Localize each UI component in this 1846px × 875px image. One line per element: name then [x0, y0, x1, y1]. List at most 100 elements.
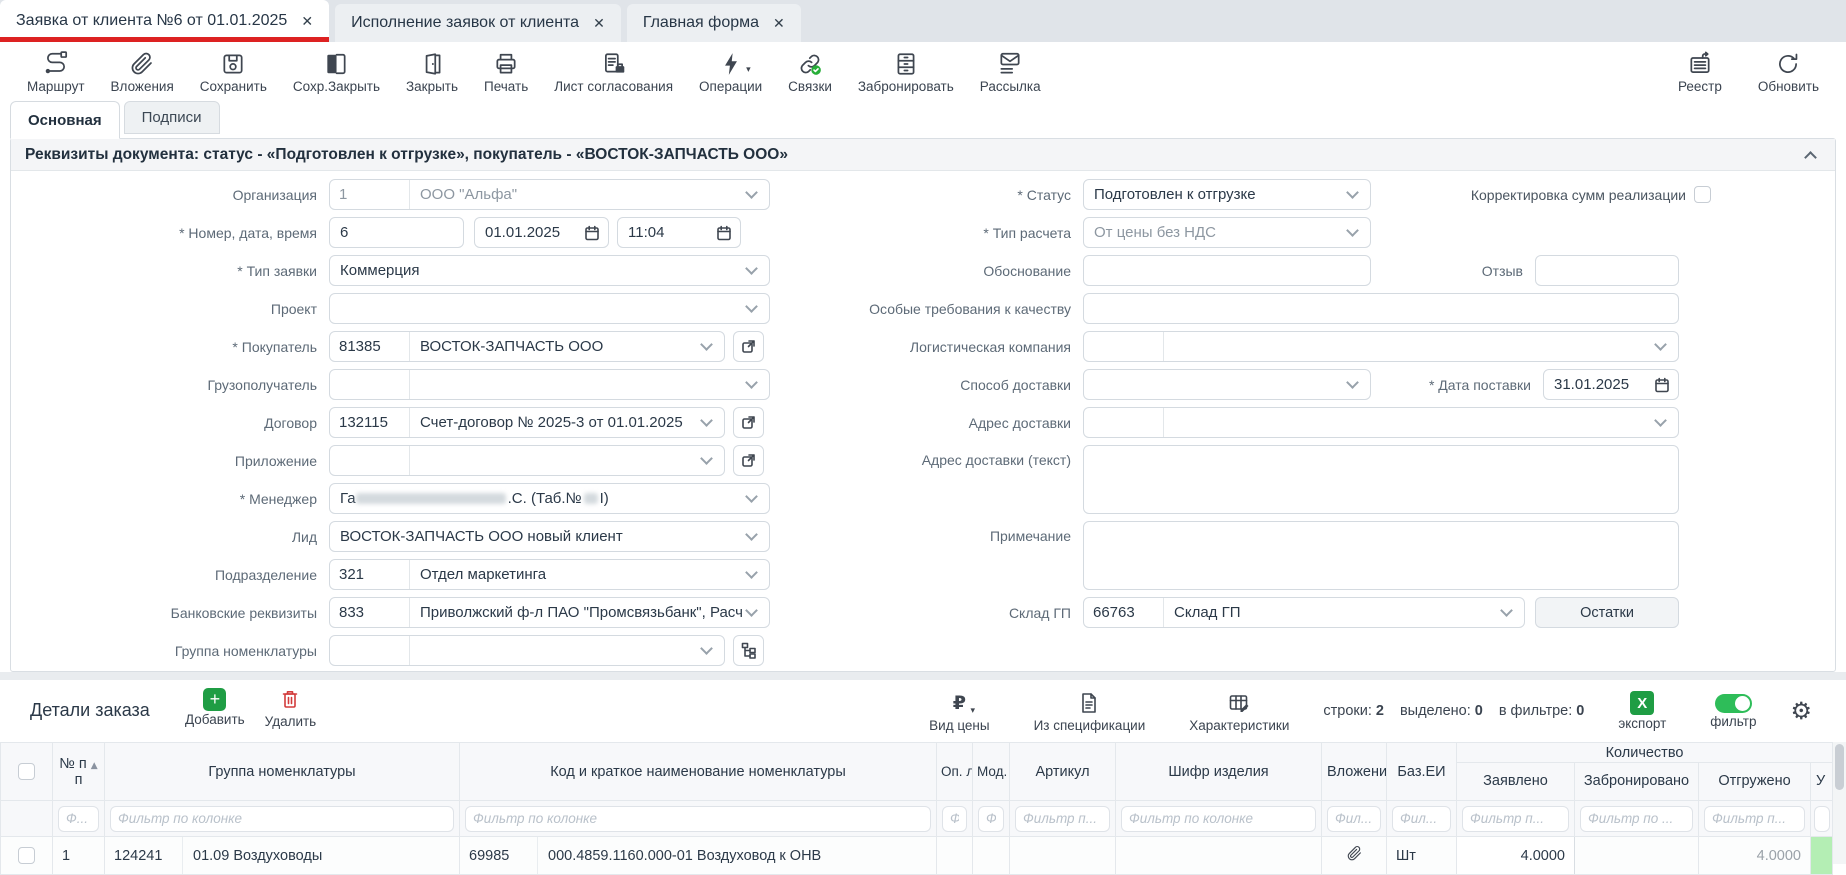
- item-code: 69985: [460, 837, 538, 874]
- calc-type-field[interactable]: От цены без НДС: [1083, 217, 1371, 248]
- filter-reserved-input[interactable]: [1580, 806, 1693, 832]
- remains-button[interactable]: Остатки: [1535, 597, 1679, 628]
- delivery-method-field[interactable]: [1083, 369, 1371, 400]
- note-field[interactable]: [1083, 521, 1679, 590]
- correction-checkbox[interactable]: [1694, 186, 1711, 203]
- open-buyer-card-button[interactable]: [733, 331, 764, 362]
- delete-row-button[interactable]: Удалить: [255, 685, 327, 729]
- column-header-reserved[interactable]: Забронировано: [1575, 763, 1699, 801]
- status-field[interactable]: Подготовлен к отгрузке: [1083, 179, 1371, 210]
- column-header-mod[interactable]: Мод. изде: [973, 743, 1010, 801]
- attachments-cell[interactable]: [1322, 837, 1387, 875]
- links-button[interactable]: Связки: [775, 44, 845, 100]
- scrollbar-thumb[interactable]: [1835, 744, 1844, 790]
- approval-sheet-button[interactable]: Лист согласования: [541, 44, 686, 100]
- filter-mod-input[interactable]: [978, 806, 1004, 832]
- nomenclature-group-field[interactable]: [329, 635, 725, 666]
- tab-signatures[interactable]: Подписи: [124, 101, 220, 134]
- request-type-field[interactable]: Коммерция: [329, 255, 770, 286]
- column-header-num[interactable]: № п ▲ п: [53, 743, 105, 801]
- filter-base-unit-input[interactable]: [1392, 806, 1451, 832]
- open-appendix-card-button[interactable]: [733, 445, 764, 476]
- filter-cipher-input[interactable]: [1121, 806, 1316, 832]
- select-all-checkbox[interactable]: [18, 763, 35, 780]
- project-field[interactable]: [329, 293, 770, 324]
- contract-field[interactable]: 132115 Счет-договор № 2025-3 от 01.01.20…: [329, 407, 725, 438]
- registry-button[interactable]: Реестр: [1665, 44, 1735, 100]
- appendix-code: [330, 446, 410, 475]
- quality-requirements-field[interactable]: [1083, 293, 1679, 324]
- column-header-base-unit[interactable]: Баз.ЕИ: [1387, 743, 1457, 801]
- save-close-button[interactable]: Сохр.Закрыть: [280, 44, 393, 100]
- close-icon[interactable]: ✕: [773, 16, 785, 30]
- tab-client-request[interactable]: Заявка от клиента №6 от 01.01.2025 ✕: [0, 0, 329, 42]
- column-header-requested[interactable]: Заявлено: [1457, 763, 1575, 801]
- review-field[interactable]: [1535, 255, 1679, 286]
- filter-op-list-input[interactable]: [942, 806, 967, 832]
- organization-field[interactable]: 1 ООО "Альфа": [329, 179, 770, 210]
- requested-cell[interactable]: 4.0000: [1457, 837, 1575, 875]
- calendar-icon: [584, 225, 600, 241]
- justification-field[interactable]: [1083, 255, 1371, 286]
- attachments-button[interactable]: Вложения: [98, 44, 187, 100]
- number-field[interactable]: 6: [329, 217, 464, 248]
- filter-last-input[interactable]: [1814, 806, 1830, 832]
- time-field[interactable]: 11:04: [617, 217, 741, 248]
- save-button[interactable]: Сохранить: [187, 44, 280, 100]
- close-button[interactable]: Закрыть: [393, 44, 471, 100]
- column-header-item[interactable]: Код и краткое наименование номенклатуры: [460, 743, 937, 801]
- column-header-cipher[interactable]: Шифр изделия: [1116, 743, 1322, 801]
- tab-main[interactable]: Основная: [10, 101, 120, 139]
- filter-requested-input[interactable]: [1462, 806, 1569, 832]
- bank-details-field[interactable]: 833 Приволжский ф-л ПАО "Промсвязьбанк",…: [329, 597, 770, 628]
- delivery-date-field[interactable]: 31.01.2025: [1543, 369, 1679, 400]
- close-icon[interactable]: ✕: [301, 14, 313, 28]
- filter-num-input[interactable]: [58, 806, 99, 832]
- vertical-scrollbar[interactable]: [1832, 742, 1846, 864]
- collapse-icon[interactable]: [1804, 151, 1817, 164]
- close-icon[interactable]: ✕: [593, 16, 605, 30]
- column-header-attachments[interactable]: Вложени: [1322, 743, 1387, 801]
- consignee-field[interactable]: [329, 369, 770, 400]
- reserve-button[interactable]: Забронировать: [845, 44, 967, 100]
- warehouse-field[interactable]: 66763 Склад ГП: [1083, 597, 1525, 628]
- route-button[interactable]: Маршрут: [14, 44, 98, 100]
- price-view-button[interactable]: ₽▾ Вид цены: [919, 689, 999, 733]
- tab-main-form[interactable]: Главная форма ✕: [627, 4, 801, 42]
- operations-button[interactable]: ▾ Операции: [686, 44, 775, 100]
- column-header-group[interactable]: Группа номенклатуры: [105, 743, 460, 801]
- column-header-op-list[interactable]: Оп. лист: [937, 743, 973, 801]
- table-row[interactable]: 1 124241 01.09 Воздуховоды 69985 000.485…: [1, 837, 1833, 875]
- print-button[interactable]: Печать: [471, 44, 541, 100]
- export-excel-button[interactable]: X экспорт: [1608, 691, 1676, 731]
- column-header-last[interactable]: У: [1811, 763, 1833, 801]
- manager-field[interactable]: Га .С. (Таб.№ I): [329, 483, 770, 514]
- logistics-company-field[interactable]: [1083, 331, 1679, 362]
- lead-field[interactable]: ВОСТОК-ЗАПЧАСТЬ ООО новый клиент: [329, 521, 770, 552]
- from-specification-button[interactable]: Из спецификации: [1024, 689, 1156, 733]
- division-field[interactable]: 321 Отдел маркетинга: [329, 559, 770, 590]
- characteristics-button[interactable]: Характеристики: [1179, 689, 1299, 733]
- delivery-address-field[interactable]: [1083, 407, 1679, 438]
- filter-toggle[interactable]: фильтр: [1700, 694, 1766, 729]
- filter-shipped-input[interactable]: [1704, 806, 1805, 832]
- delivery-address-text-field[interactable]: [1083, 445, 1679, 514]
- filter-attachments-input[interactable]: [1327, 806, 1381, 832]
- tree-select-button[interactable]: [733, 635, 764, 666]
- filter-group-input[interactable]: [110, 806, 454, 832]
- filter-article-input[interactable]: [1015, 806, 1110, 832]
- column-header-article[interactable]: Артикул: [1010, 743, 1116, 801]
- add-row-button[interactable]: + Добавить: [175, 685, 255, 729]
- open-contract-card-button[interactable]: [733, 407, 764, 438]
- date-field[interactable]: 01.01.2025: [474, 217, 609, 248]
- row-checkbox[interactable]: [18, 847, 35, 864]
- column-header-shipped[interactable]: Отгружено: [1699, 763, 1811, 801]
- warehouse-code: 66763: [1084, 598, 1164, 627]
- buyer-field[interactable]: 81385 ВОСТОК-ЗАПЧАСТЬ ООО: [329, 331, 725, 362]
- filter-item-input[interactable]: [465, 806, 931, 832]
- appendix-field[interactable]: [329, 445, 725, 476]
- mailing-button[interactable]: Рассылка: [967, 44, 1054, 100]
- gear-icon[interactable]: ⚙: [1790, 697, 1812, 725]
- refresh-button[interactable]: Обновить: [1745, 44, 1832, 100]
- tab-request-execution[interactable]: Исполнение заявок от клиента ✕: [335, 4, 621, 42]
